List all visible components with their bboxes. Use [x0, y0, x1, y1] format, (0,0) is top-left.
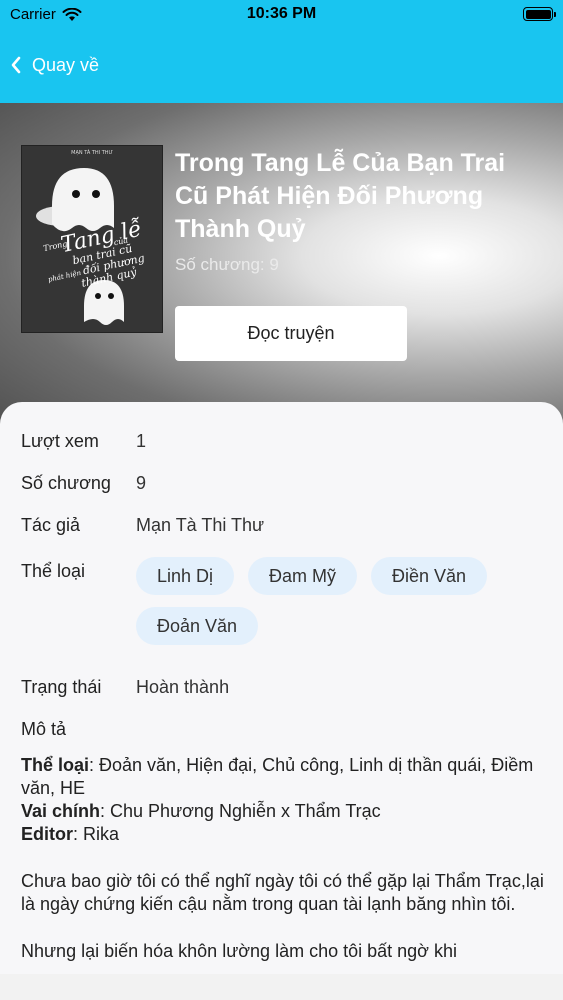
genre-tag[interactable]: Điền Văn	[371, 557, 488, 595]
read-button[interactable]: Đọc truyện	[175, 306, 407, 361]
views-value: 1	[136, 431, 147, 451]
genre-label: Thể loại	[21, 561, 86, 581]
book-hero: MẠN TÀ THI THƯ Trong Tang lễ của bạn tra…	[0, 103, 563, 443]
description-leads-text: : Chu Phương Nghiễn x Thẩm Trạc	[100, 801, 381, 821]
details-card: Lượt xem 1 Số chương 9 Tác giả Mạn Tà Th…	[0, 402, 563, 974]
genre-tag[interactable]: Đoản Văn	[136, 607, 259, 645]
description-leads-line: Vai chính: Chu Phương Nghiễn x Thẩm Trạc	[21, 800, 546, 823]
description-genre-key: Thể loại	[21, 755, 90, 775]
status-bar: Carrier 10:36 PM	[0, 0, 563, 30]
chapters-value: 9	[136, 473, 147, 493]
description-label: Mô tả	[21, 719, 67, 739]
chapters-label: Số chương	[21, 473, 111, 493]
status-time: 10:36 PM	[246, 5, 317, 22]
author-label: Tác giả	[21, 515, 81, 535]
back-button[interactable]: Quay về	[10, 52, 99, 78]
app-header: Carrier 10:36 PM Quay về	[0, 0, 563, 103]
book-cover-image: MẠN TÀ THI THƯ Trong Tang lễ của bạn tra…	[21, 145, 163, 333]
author-value[interactable]: Mạn Tà Thi Thư	[136, 515, 264, 536]
description-leads-key: Vai chính	[21, 801, 101, 821]
status-label: Trạng thái	[21, 677, 102, 697]
description-paragraph: Chưa bao giờ tôi có thể nghĩ ngày tôi có…	[21, 871, 544, 914]
views-label: Lượt xem	[21, 431, 99, 451]
back-label: Quay về	[32, 54, 100, 75]
chapter-count: Số chương: 9	[175, 255, 279, 274]
description-editor-text: : Rika	[73, 824, 120, 844]
description-editor-key: Editor	[21, 824, 73, 844]
bottom-safe-area	[0, 974, 563, 1000]
chevron-left-icon	[11, 56, 21, 74]
battery-icon	[523, 7, 556, 21]
cover-author-text: MẠN TÀ THI THƯ	[71, 149, 113, 156]
description-text: Thể loại: Đoản văn, Hiện đại, Chủ công, …	[21, 754, 546, 963]
description-paragraph: Nhưng lại biến hóa khôn lường làm cho tô…	[21, 941, 457, 961]
description-genre-line: Thể loại: Đoản văn, Hiện đại, Chủ công, …	[21, 754, 546, 800]
book-title: Trong Tang Lễ Của Bạn Trai Cũ Phát Hiện …	[175, 149, 506, 243]
description-editor-line: Editor: Rika	[21, 823, 546, 846]
description-genre-text: : Đoản văn, Hiện đại, Chủ công, Linh dị …	[21, 755, 534, 798]
genre-tag[interactable]: Đam Mỹ	[248, 557, 357, 595]
status-value: Hoàn thành	[136, 677, 230, 697]
genre-tag[interactable]: Linh Dị	[136, 557, 235, 595]
